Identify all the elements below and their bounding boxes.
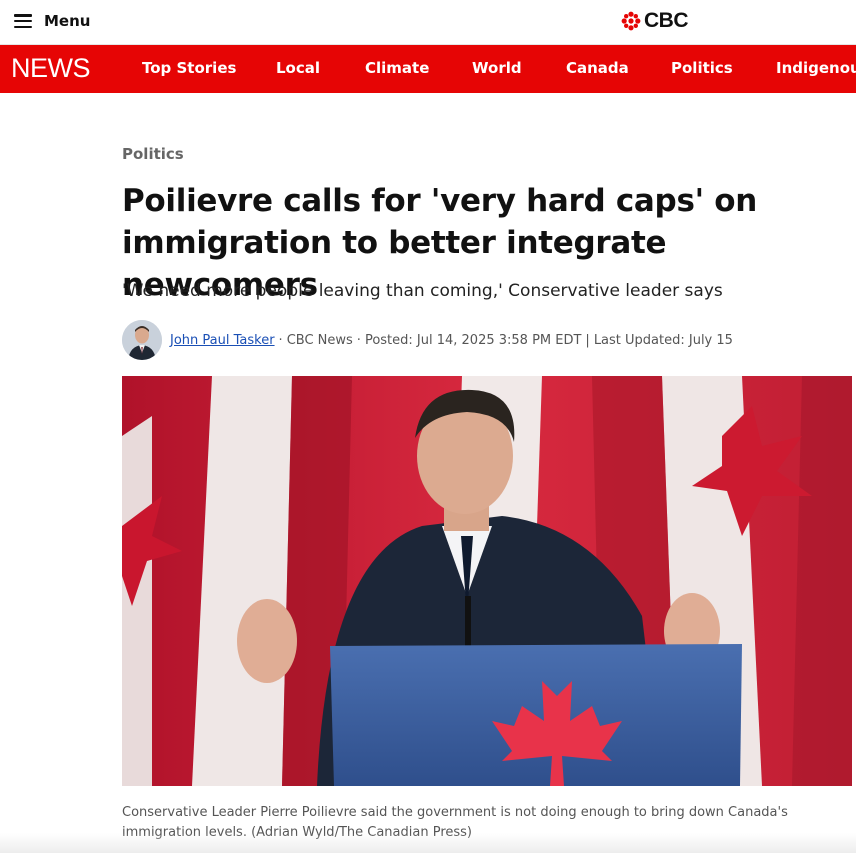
- byline-updated: Last Updated: July 15: [593, 332, 733, 348]
- news-nav-bar: NEWS Top Stories Local Climate World Can…: [0, 45, 856, 93]
- author-link[interactable]: John Paul Tasker: [170, 333, 275, 348]
- top-bar: Menu CBC: [0, 0, 856, 45]
- section-label[interactable]: Politics: [122, 145, 184, 163]
- nav-world[interactable]: World: [472, 59, 522, 77]
- menu-button[interactable]: Menu: [14, 10, 90, 32]
- byline-outlet: CBC News: [286, 332, 353, 348]
- hero-image: [122, 376, 852, 786]
- nav-local[interactable]: Local: [276, 59, 320, 77]
- cbc-gem-icon: [621, 11, 641, 31]
- nav-climate[interactable]: Climate: [365, 59, 429, 77]
- article-deck: 'We need more people leaving than coming…: [122, 281, 723, 301]
- byline-posted: Posted: Jul 14, 2025 3:58 PM EDT: [364, 332, 582, 348]
- bottom-fade: [0, 833, 856, 853]
- byline-meta: · CBC News · Posted: Jul 14, 2025 3:58 PM E…: [278, 332, 733, 348]
- nav-top-stories[interactable]: Top Stories: [142, 59, 236, 77]
- nav-indigenous[interactable]: Indigenous: [776, 59, 856, 77]
- nav-politics[interactable]: Politics: [671, 59, 733, 77]
- cbc-logo[interactable]: CBC: [621, 9, 689, 33]
- hero-photo: [122, 376, 852, 786]
- menu-label: Menu: [44, 12, 91, 30]
- nav-canada[interactable]: Canada: [566, 59, 629, 77]
- author-photo: [122, 320, 162, 360]
- cbc-wordmark: CBC: [644, 9, 689, 32]
- news-wordmark[interactable]: NEWS: [11, 53, 91, 84]
- author-avatar[interactable]: [122, 320, 162, 360]
- byline: John Paul Tasker · CBC News · Posted: Jul 1…: [122, 320, 733, 360]
- hamburger-icon: [14, 14, 32, 28]
